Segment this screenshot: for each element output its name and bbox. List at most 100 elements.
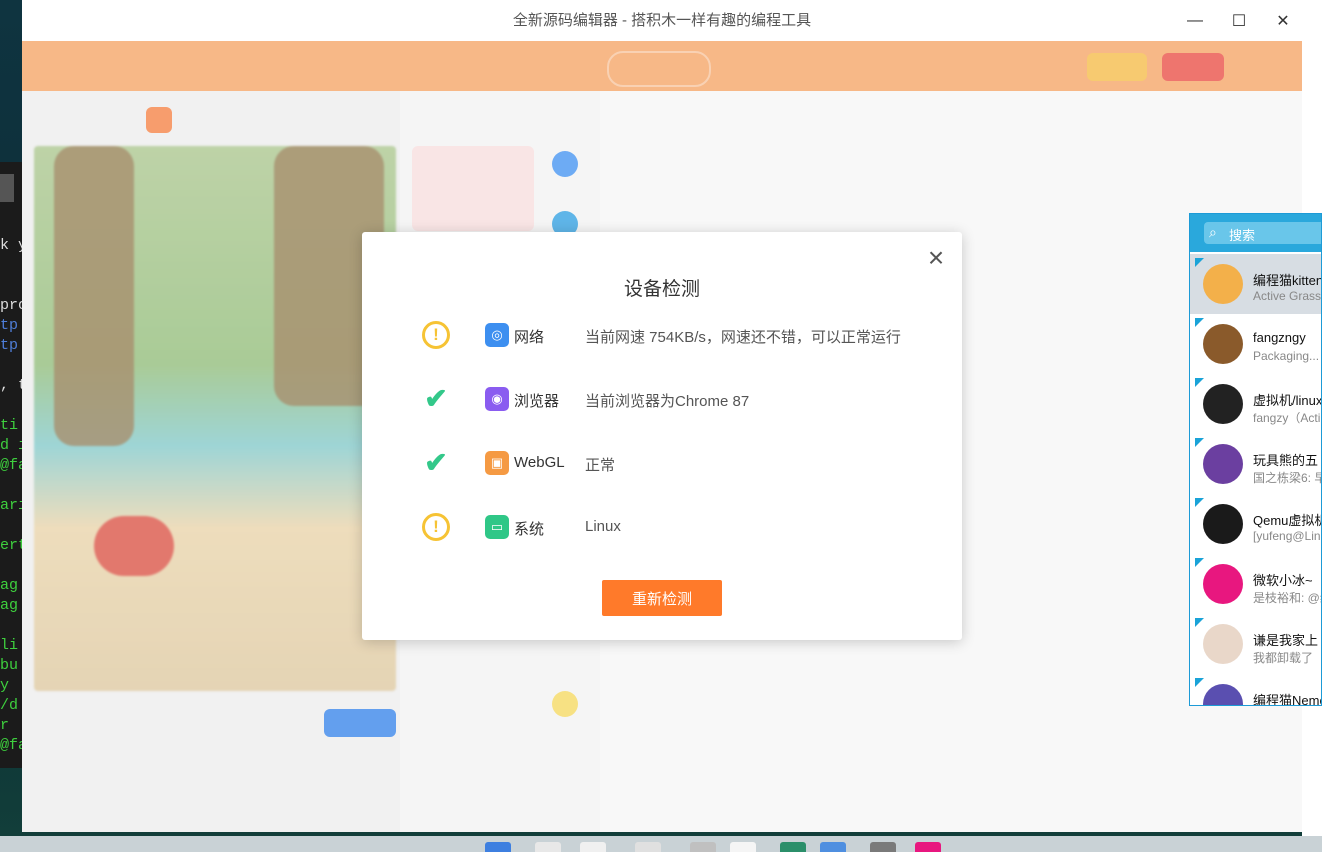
taskbar-app-icon[interactable]: [780, 842, 806, 852]
avatar: [1203, 264, 1243, 304]
taskbar-app-icon[interactable]: [915, 842, 941, 852]
terminal-line: tp: [0, 317, 19, 334]
terminal-line: pro: [0, 297, 22, 314]
close-window-button[interactable]: ✕: [1262, 0, 1304, 41]
contact-list-header: ⌕ 搜索: [1190, 214, 1321, 252]
check-label: 网络: [514, 329, 545, 346]
browser-icon: ◉: [485, 387, 509, 411]
system-icon: ▭: [485, 515, 509, 539]
unread-marker: [1195, 318, 1204, 327]
check-ok-icon: ✔: [424, 383, 448, 414]
terminal-line: @fa: [0, 737, 22, 754]
dialog-close-button[interactable]: ×: [922, 242, 950, 273]
recheck-button[interactable]: 重新检测: [602, 580, 722, 616]
avatar: [1203, 444, 1243, 484]
search-placeholder: 搜索: [1229, 228, 1256, 243]
contact-last-message: 是枝裕和: @编: [1253, 591, 1321, 605]
contact-name: 编程猫Nemo: [1253, 693, 1322, 706]
minimize-button[interactable]: —: [1174, 0, 1216, 41]
search-input[interactable]: ⌕ 搜索: [1204, 222, 1321, 244]
contact-name: 谦是我家上: [1253, 633, 1319, 648]
search-icon: ⌕: [1209, 224, 1217, 240]
terminal-line: bu: [0, 657, 19, 674]
contact-item[interactable]: 微软小冰~ 是枝裕和: @编: [1190, 554, 1321, 614]
terminal-line: d i: [0, 437, 22, 454]
close-icon: ×: [927, 242, 945, 273]
terminal-line: ari: [0, 497, 22, 514]
contact-item[interactable]: 编程猫kitten Active Grass: [1190, 254, 1322, 314]
taskbar-app-icon[interactable]: [730, 842, 756, 852]
unread-marker: [1195, 258, 1204, 267]
unread-marker: [1195, 558, 1204, 567]
terminal-line: ag: [0, 597, 19, 614]
device-check-dialog: 设备检测 × ! ◎ 网络 当前网速 754KB/s，网速还不错，可以正常运行 …: [362, 232, 962, 640]
terminal-window[interactable]: k y pro tp tp , t ti d i @fa ari ert ag ag li bu y/d r…: [0, 162, 22, 768]
contact-item[interactable]: 虚拟机/linux fangzy（Acti: [1190, 374, 1322, 434]
contact-name: 微软小冰~: [1253, 573, 1313, 588]
avatar: [1203, 504, 1243, 544]
unread-marker: [1195, 438, 1204, 447]
check-value: Linux: [585, 518, 621, 535]
contact-item[interactable]: 谦是我家上我都卸载了: [1190, 614, 1321, 674]
terminal-line: ag: [0, 577, 19, 594]
avatar: [1203, 384, 1243, 424]
contact-last-message: 我都卸载了: [1253, 651, 1314, 665]
check-ok-icon: ✔: [424, 447, 448, 478]
contact-item[interactable]: 玩具熊的五国之栋梁6: 早: [1190, 434, 1322, 494]
check-value: 当前浏览器为Chrome 87: [585, 393, 750, 410]
taskbar-app-icon[interactable]: [535, 842, 561, 852]
terminal-line: y: [0, 677, 10, 694]
contact-item[interactable]: 编程猫Nemo: [1190, 674, 1322, 706]
warning-icon: !: [422, 513, 450, 541]
webgl-icon: ▣: [485, 451, 509, 475]
check-label: 浏览器: [514, 393, 560, 410]
taskbar-app-icon[interactable]: [580, 842, 606, 852]
contact-item[interactable]: fangzngy Packaging...: [1190, 314, 1321, 374]
unread-marker: [1195, 678, 1204, 687]
contact-last-message: [yufeng@Lin: [1253, 529, 1321, 543]
taskbar-app-icon[interactable]: [690, 842, 716, 852]
contact-item[interactable]: Qemu虚拟机 [yufeng@Lin: [1190, 494, 1322, 554]
contact-last-message: 国之栋梁6: 早: [1253, 471, 1322, 485]
window-title: 全新源码编辑器 - 搭积木一样有趣的编程工具: [512, 12, 812, 29]
check-label: WebGL: [514, 454, 565, 471]
terminal-line: li: [0, 637, 19, 654]
contact-last-message: Active Grass: [1253, 289, 1322, 303]
title-bar[interactable]: 全新源码编辑器 - 搭积木一样有趣的编程工具 — ☐ ✕: [22, 0, 1302, 42]
terminal-line: , t: [0, 377, 22, 394]
contact-name: 编程猫kitten: [1253, 273, 1322, 288]
contact-list-panel[interactable]: ⌕ 搜索 编程猫kitten Active Grass fangzngy Packag…: [1189, 213, 1322, 706]
avatar: [1203, 684, 1243, 705]
network-icon: ◎: [485, 323, 509, 347]
terminal-line: /d: [0, 697, 19, 714]
contact-name: Qemu虚拟机: [1253, 513, 1322, 528]
terminal-line: tp: [0, 337, 19, 354]
maximize-icon: ☐: [1231, 12, 1247, 30]
terminal-tab[interactable]: [0, 174, 14, 202]
taskbar-app-icon[interactable]: [485, 842, 511, 852]
avatar: [1203, 564, 1243, 604]
terminal-line: @fa: [0, 457, 22, 474]
contact-name: fangzngy: [1253, 330, 1306, 345]
terminal-line: ti: [0, 417, 19, 434]
taskbar-app-icon[interactable]: [635, 842, 661, 852]
check-row-network: ! ◎ 网络 当前网速 754KB/s，网速还不错，可以正常运行: [362, 314, 962, 354]
taskbar-app-icon[interactable]: [870, 842, 896, 852]
avatar: [1203, 324, 1243, 364]
contact-last-message: Packaging...: [1253, 349, 1320, 363]
unread-marker: [1195, 618, 1204, 627]
terminal-line: k y: [0, 237, 22, 254]
taskbar: [0, 836, 1322, 852]
maximize-button[interactable]: ☐: [1218, 0, 1260, 41]
check-row-system: ! ▭ 系统 Linux: [362, 506, 962, 546]
taskbar-app-icon[interactable]: [820, 842, 846, 852]
warning-icon: !: [422, 321, 450, 349]
check-value: 正常: [585, 457, 616, 474]
unread-marker: [1195, 378, 1204, 387]
contact-name: 虚拟机/linux: [1253, 393, 1322, 408]
check-row-webgl: ✔ ▣ WebGL 正常: [362, 442, 962, 482]
terminal-line: ert: [0, 537, 22, 554]
close-icon: ✕: [1276, 12, 1290, 30]
contact-name: 玩具熊的五: [1253, 453, 1319, 468]
contact-last-message: fangzy（Acti: [1253, 411, 1321, 425]
